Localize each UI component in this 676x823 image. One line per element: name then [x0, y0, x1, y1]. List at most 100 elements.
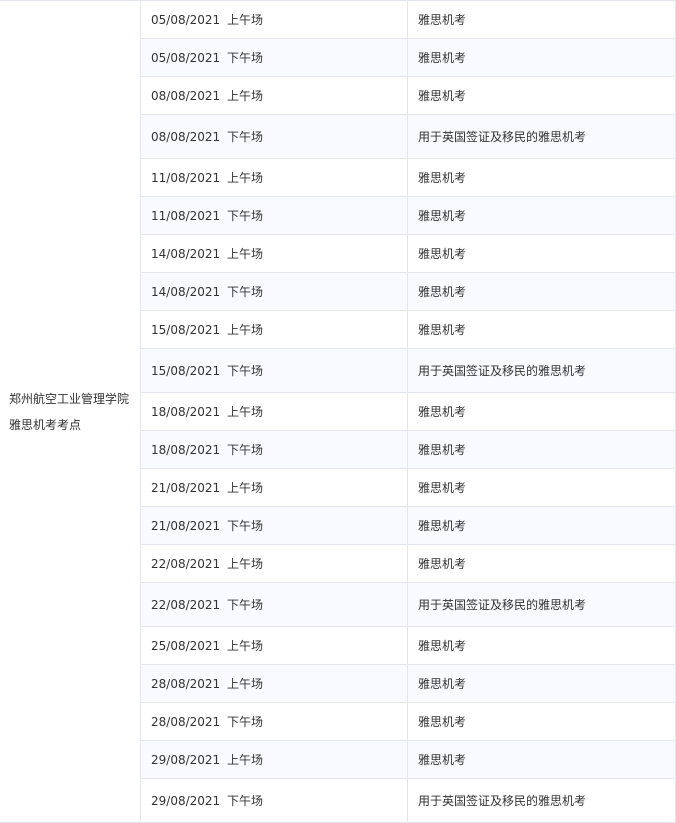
exam-session: 下午场: [227, 208, 264, 223]
venue-cell: 郑州航空工业管理学院雅思机考考点: [0, 0, 141, 823]
test-type-cell: 雅思机考: [407, 0, 676, 39]
exam-date: 18/08/2021: [151, 442, 221, 457]
exam-date: 08/08/2021: [151, 129, 221, 144]
date-session-cell: 05/08/2021 上午场: [140, 0, 408, 39]
exam-session: 上午场: [227, 170, 264, 185]
test-type: 雅思机考: [418, 208, 467, 223]
test-type-cell: 雅思机考: [407, 310, 676, 349]
test-type-cell: 用于英国签证及移民的雅思机考: [407, 582, 676, 627]
test-type-cell: 雅思机考: [407, 544, 676, 583]
exam-date: 15/08/2021: [151, 322, 221, 337]
exam-session: 下午场: [227, 129, 264, 144]
date-session-cell: 11/08/2021 下午场: [140, 196, 408, 235]
exam-date: 05/08/2021: [151, 12, 221, 27]
exam-date: 22/08/2021: [151, 556, 221, 571]
exam-date: 11/08/2021: [151, 208, 221, 223]
test-type-cell: 雅思机考: [407, 702, 676, 741]
test-type: 雅思机考: [418, 322, 467, 337]
date-session-cell: 29/08/2021 下午场: [140, 778, 408, 823]
exam-session: 下午场: [227, 714, 264, 729]
exam-session: 上午场: [227, 676, 264, 691]
exam-session: 上午场: [227, 246, 264, 261]
exam-session: 下午场: [227, 442, 264, 457]
exam-date: 22/08/2021: [151, 597, 221, 612]
date-session-cell: 18/08/2021 上午场: [140, 392, 408, 431]
exam-date: 29/08/2021: [151, 793, 221, 808]
test-type-cell: 雅思机考: [407, 76, 676, 115]
test-type-cell: 雅思机考: [407, 506, 676, 545]
exam-date: 14/08/2021: [151, 284, 221, 299]
test-type: 雅思机考: [418, 480, 467, 495]
exam-date: 11/08/2021: [151, 170, 221, 185]
exam-date: 28/08/2021: [151, 714, 221, 729]
date-session-cell: 14/08/2021 下午场: [140, 272, 408, 311]
date-session-cell: 22/08/2021 下午场: [140, 582, 408, 627]
test-type-cell: 雅思机考: [407, 38, 676, 77]
exam-session: 下午场: [227, 363, 264, 378]
test-type: 雅思机考: [418, 752, 467, 767]
test-type: 雅思机考: [418, 676, 467, 691]
test-type: 用于英国签证及移民的雅思机考: [418, 129, 587, 144]
exam-date: 14/08/2021: [151, 246, 221, 261]
test-type-cell: 雅思机考: [407, 272, 676, 311]
date-session-cell: 18/08/2021 下午场: [140, 430, 408, 469]
date-session-cell: 15/08/2021 上午场: [140, 310, 408, 349]
test-type: 雅思机考: [418, 518, 467, 533]
exam-session: 上午场: [227, 556, 264, 571]
exam-session: 下午场: [227, 50, 264, 65]
date-session-cell: 29/08/2021 上午场: [140, 740, 408, 779]
test-type: 雅思机考: [418, 88, 467, 103]
venue-name: 郑州航空工业管理学院雅思机考考点: [9, 391, 130, 432]
exam-session: 上午场: [227, 404, 264, 419]
test-type: 雅思机考: [418, 170, 467, 185]
exam-date: 05/08/2021: [151, 50, 221, 65]
exam-date: 18/08/2021: [151, 404, 221, 419]
test-type: 雅思机考: [418, 714, 467, 729]
date-session-cell: 14/08/2021 上午场: [140, 234, 408, 273]
date-session-cell: 28/08/2021 上午场: [140, 664, 408, 703]
exam-session: 上午场: [227, 638, 264, 653]
date-session-cell: 15/08/2021 下午场: [140, 348, 408, 393]
date-session-cell: 05/08/2021 下午场: [140, 38, 408, 77]
test-type: 雅思机考: [418, 442, 467, 457]
date-session-cell: 22/08/2021 上午场: [140, 544, 408, 583]
test-type: 雅思机考: [418, 12, 467, 27]
test-type-cell: 雅思机考: [407, 468, 676, 507]
exam-session: 上午场: [227, 322, 264, 337]
test-type-cell: 雅思机考: [407, 430, 676, 469]
test-type: 雅思机考: [418, 556, 467, 571]
test-type: 用于英国签证及移民的雅思机考: [418, 793, 587, 808]
test-type: 雅思机考: [418, 638, 467, 653]
date-session-cell: 08/08/2021 上午场: [140, 76, 408, 115]
date-session-cell: 21/08/2021 下午场: [140, 506, 408, 545]
exam-session: 上午场: [227, 752, 264, 767]
date-session-cell: 11/08/2021 上午场: [140, 158, 408, 197]
test-type-cell: 雅思机考: [407, 158, 676, 197]
test-type: 用于英国签证及移民的雅思机考: [418, 597, 587, 612]
exam-session: 上午场: [227, 88, 264, 103]
date-session-cell: 28/08/2021 下午场: [140, 702, 408, 741]
exam-session: 下午场: [227, 793, 264, 808]
exam-date: 15/08/2021: [151, 363, 221, 378]
exam-schedule-table: 郑州航空工业管理学院雅思机考考点 05/08/2021 上午场 雅思机考 05/0…: [0, 0, 676, 823]
exam-session: 上午场: [227, 12, 264, 27]
exam-date: 28/08/2021: [151, 676, 221, 691]
date-session-cell: 08/08/2021 下午场: [140, 114, 408, 159]
exam-date: 08/08/2021: [151, 88, 221, 103]
test-type: 雅思机考: [418, 404, 467, 419]
test-type-cell: 雅思机考: [407, 626, 676, 665]
test-type-cell: 用于英国签证及移民的雅思机考: [407, 348, 676, 393]
test-type: 雅思机考: [418, 50, 467, 65]
test-type-cell: 用于英国签证及移民的雅思机考: [407, 114, 676, 159]
test-type: 用于英国签证及移民的雅思机考: [418, 363, 587, 378]
test-type-cell: 雅思机考: [407, 234, 676, 273]
exam-date: 25/08/2021: [151, 638, 221, 653]
test-type: 雅思机考: [418, 284, 467, 299]
date-session-cell: 25/08/2021 上午场: [140, 626, 408, 665]
test-type-cell: 雅思机考: [407, 196, 676, 235]
exam-date: 29/08/2021: [151, 752, 221, 767]
date-session-cell: 21/08/2021 上午场: [140, 468, 408, 507]
test-type-cell: 用于英国签证及移民的雅思机考: [407, 778, 676, 823]
table-row: 郑州航空工业管理学院雅思机考考点 05/08/2021 上午场 雅思机考: [0, 0, 676, 823]
exam-session: 下午场: [227, 284, 264, 299]
